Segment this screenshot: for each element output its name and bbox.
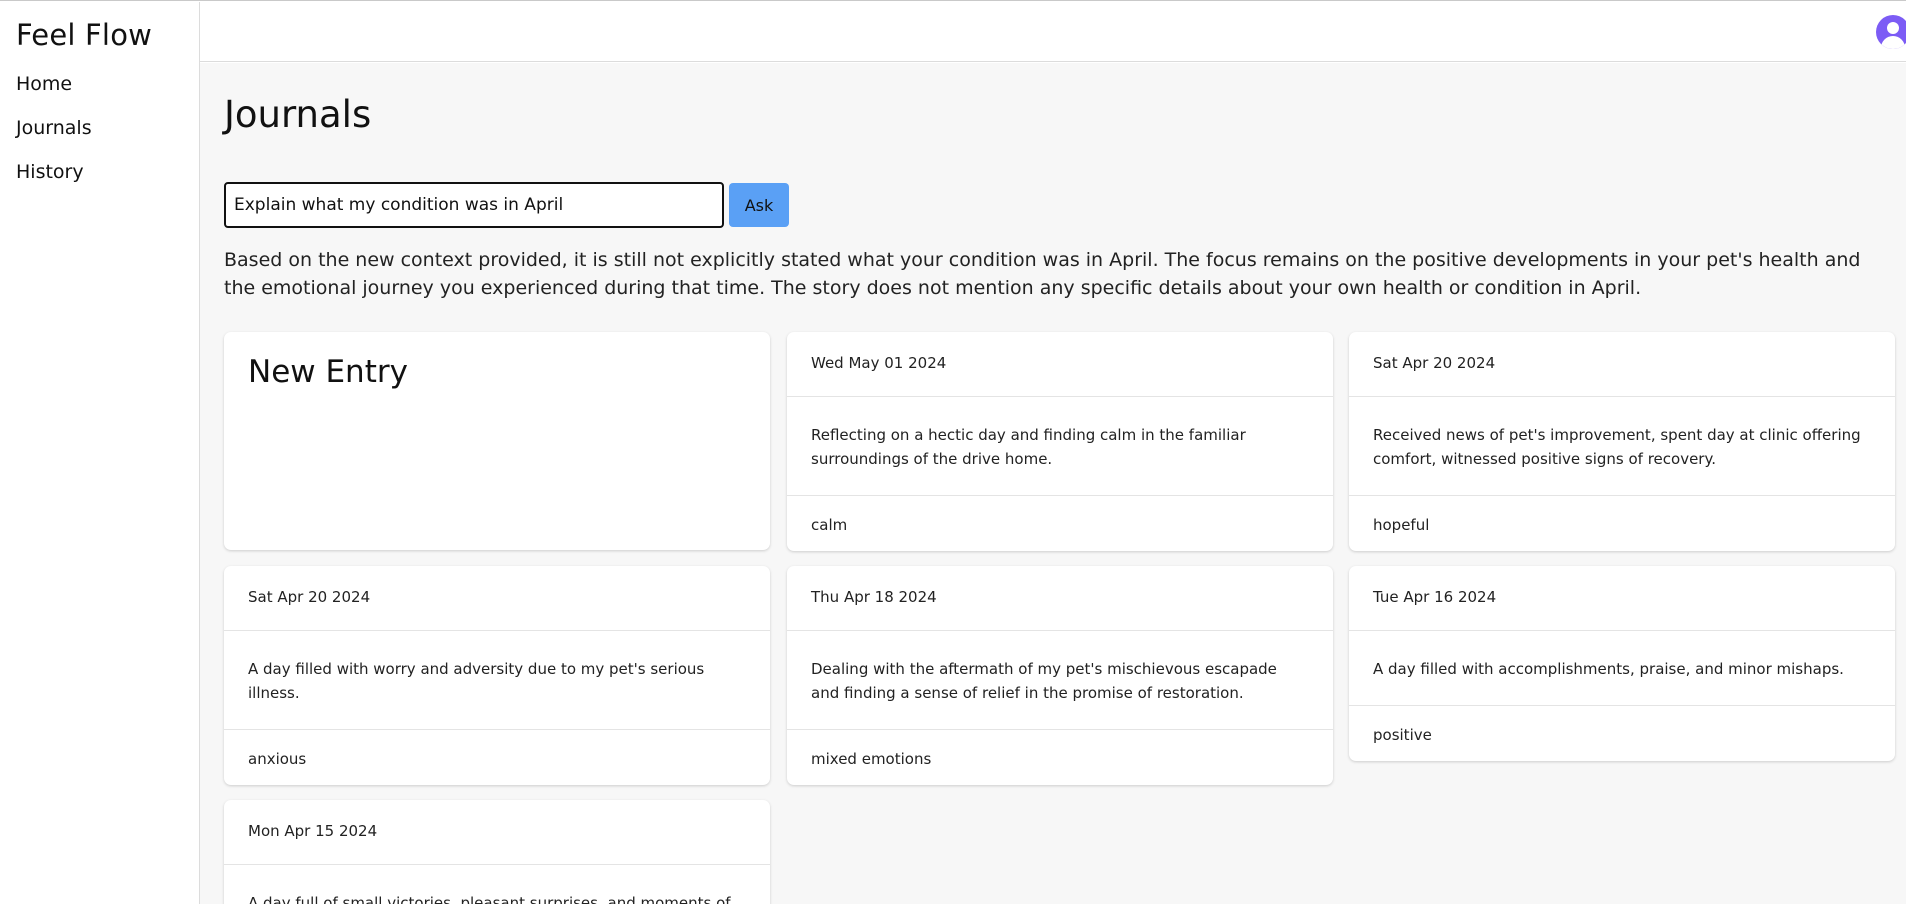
sidebar: Feel Flow Home Journals History [0, 2, 200, 904]
journal-card[interactable]: Tue Apr 16 2024 A day filled with accomp… [1349, 566, 1895, 761]
journal-card-summary: A day filled with accomplishments, prais… [1349, 631, 1895, 706]
journal-card-date: Tue Apr 16 2024 [1349, 566, 1895, 631]
app-frame: Feel Flow Home Journals History Journals… [0, 0, 1906, 904]
journal-card-date: Mon Apr 15 2024 [224, 800, 770, 865]
ask-button[interactable]: Ask [729, 183, 789, 227]
topbar [200, 2, 1906, 62]
journal-card-summary: A day filled with worry and adversity du… [224, 631, 770, 730]
journal-card-mood: mixed emotions [811, 750, 932, 768]
journal-card-summary: A day full of small victories, pleasant … [224, 865, 770, 904]
new-entry-card[interactable]: New Entry [224, 332, 770, 550]
journal-card-summary: Received news of pet's improvement, spen… [1349, 397, 1895, 496]
avatar-head-shape [1887, 22, 1899, 34]
journal-card[interactable]: Wed May 01 2024 Reflecting on a hectic d… [787, 332, 1333, 551]
journal-card[interactable]: Mon Apr 15 2024 A day full of small vict… [224, 800, 770, 904]
sidebar-item-history[interactable]: History [16, 160, 92, 204]
journal-card-mood: positive [1373, 726, 1432, 744]
ask-input[interactable] [224, 182, 724, 228]
journal-card[interactable]: Thu Apr 18 2024 Dealing with the afterma… [787, 566, 1333, 785]
sidebar-item-home[interactable]: Home [16, 72, 92, 116]
journal-card-mood: calm [811, 516, 848, 534]
journal-card-date: Sat Apr 20 2024 [224, 566, 770, 631]
avatar-body-shape [1881, 36, 1905, 49]
brand-title: Feel Flow [16, 18, 153, 52]
ai-answer-text: Based on the new context provided, it is… [224, 249, 1861, 299]
page-title: Journals [224, 93, 372, 136]
sidebar-nav: Home Journals History [16, 72, 92, 204]
journal-card[interactable]: Sat Apr 20 2024 Received news of pet's i… [1349, 332, 1895, 551]
journal-card-mood: hopeful [1373, 516, 1430, 534]
main-content: Journals Ask Based on the new context pr… [200, 63, 1906, 904]
journal-card-summary: Reflecting on a hectic day and finding c… [787, 397, 1333, 496]
journal-card-date: Wed May 01 2024 [787, 332, 1333, 397]
journal-card-mood: anxious [248, 750, 307, 768]
journal-card-summary: Dealing with the aftermath of my pet's m… [787, 631, 1333, 730]
journal-card-date: Thu Apr 18 2024 [787, 566, 1333, 631]
new-entry-label: New Entry [248, 354, 408, 390]
journal-card-date: Sat Apr 20 2024 [1349, 332, 1895, 397]
sidebar-item-journals[interactable]: Journals [16, 116, 92, 160]
user-avatar-icon[interactable] [1876, 15, 1906, 49]
journal-card[interactable]: Sat Apr 20 2024 A day filled with worry … [224, 566, 770, 785]
